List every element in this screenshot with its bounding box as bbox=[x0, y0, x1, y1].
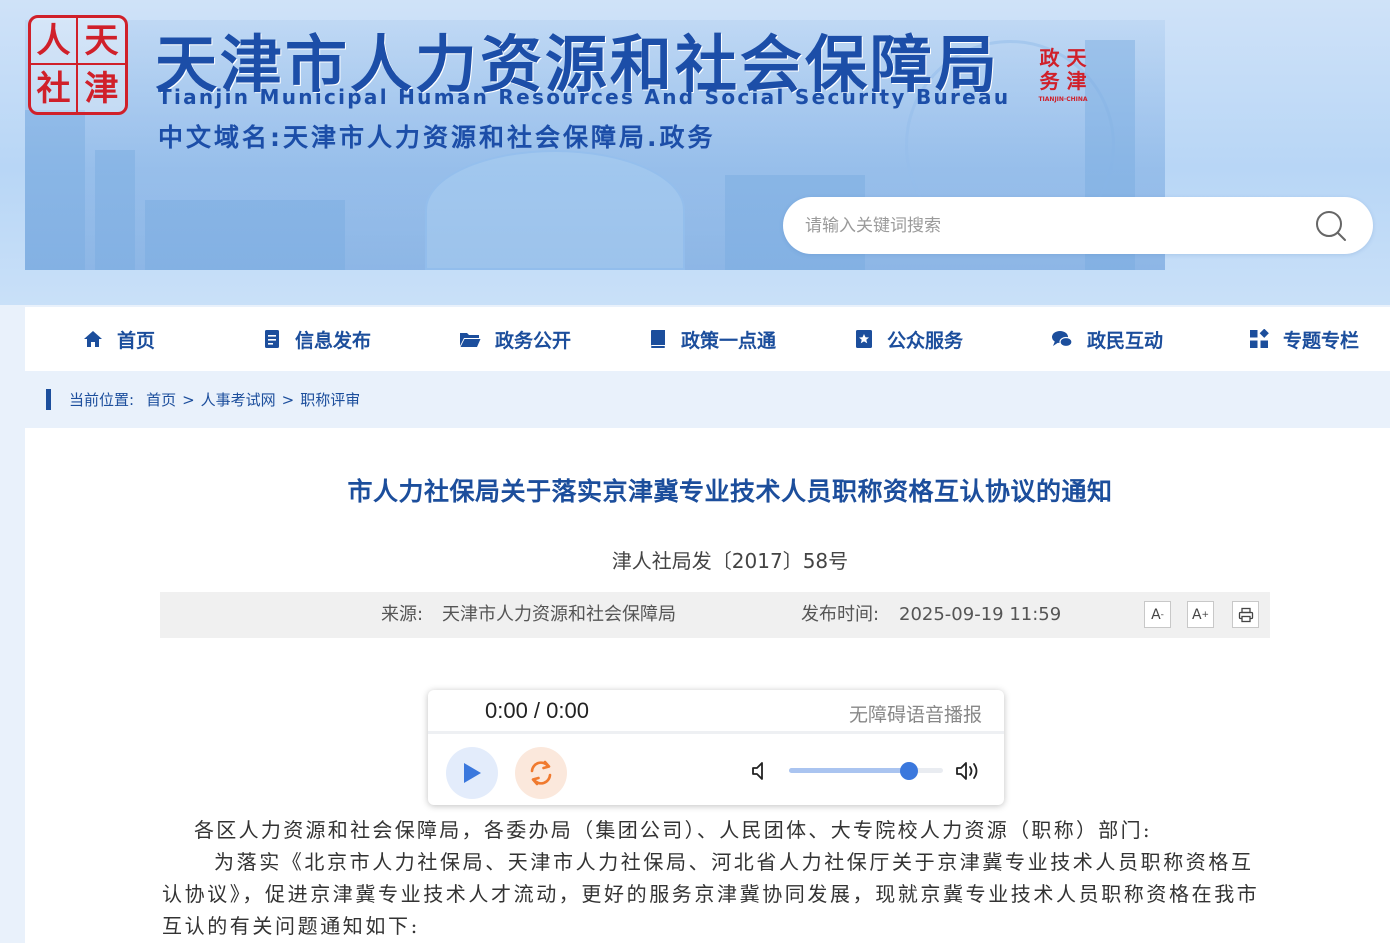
chat-icon bbox=[1052, 331, 1073, 348]
nav-item-interaction[interactable]: 政民互动 bbox=[1051, 307, 1163, 371]
nav-item-public-service[interactable]: 公众服务 bbox=[855, 307, 963, 371]
player-divider bbox=[428, 731, 1004, 734]
volume-slider[interactable] bbox=[789, 762, 943, 780]
breadcrumb-marker bbox=[46, 389, 51, 410]
audio-time: 0:00 / 0:00 bbox=[485, 698, 589, 723]
folder-icon bbox=[460, 333, 481, 347]
source-label: 来源: bbox=[381, 604, 424, 625]
nav-label: 政策一点通 bbox=[681, 329, 777, 352]
breadcrumb-separator: > bbox=[281, 390, 295, 409]
book-icon bbox=[651, 330, 665, 348]
tianjin-city-seal: 政天 务津 TIANJIN·CHINA bbox=[1038, 46, 1088, 103]
nav-label: 专题专栏 bbox=[1283, 329, 1360, 352]
audio-player: 0:00 / 0:00 无障碍语音播报 bbox=[428, 690, 1004, 805]
font-increase-button[interactable]: A + bbox=[1187, 601, 1214, 628]
audio-player-label: 无障碍语音播报 bbox=[848, 704, 982, 726]
nav-item-policy[interactable]: 政策一点通 bbox=[649, 307, 776, 371]
breadcrumb-link-title-review[interactable]: 职称评审 bbox=[300, 389, 360, 410]
article-title: 市人力社保局关于落实京津冀专业技术人员职称资格互认协议的通知 bbox=[347, 477, 1113, 506]
main-nav: 首页 信息发布 政务公开 政策一点通 公众服务 政民互动 专题专栏 bbox=[25, 307, 1390, 371]
print-button[interactable] bbox=[1232, 601, 1259, 628]
bureau-logo[interactable]: 人 天 社 津 bbox=[28, 15, 128, 115]
play-button[interactable] bbox=[446, 747, 498, 799]
breadcrumb: 当前位置: 首页 > 人事考试网 > 职称评审 bbox=[25, 371, 1390, 428]
loop-icon bbox=[530, 760, 552, 786]
nav-label: 政民互动 bbox=[1087, 329, 1164, 352]
breadcrumb-separator: > bbox=[182, 390, 195, 409]
publish-time-label: 发布时间: bbox=[801, 604, 880, 625]
article-paragraph: 为落实《北京市人力社保局、天津市人力社保局、河北省人力社保厅关于京津冀专业技术人… bbox=[162, 850, 1260, 938]
font-decrease-button[interactable]: A- bbox=[1144, 601, 1171, 628]
document-icon bbox=[265, 330, 279, 348]
printer-icon bbox=[1238, 607, 1253, 622]
search-icon[interactable] bbox=[1314, 209, 1348, 243]
volume-slider-fill bbox=[789, 768, 910, 773]
nav-item-government-affairs[interactable]: 政务公开 bbox=[459, 307, 571, 371]
nav-label: 信息发布 bbox=[295, 329, 372, 352]
article-paragraph: 各区人力资源和社会保障局，各委办局（集团公司）、人民团体、大专院校人力资源（职称… bbox=[194, 818, 1152, 842]
site-header: 人 天 社 津 天津市人力资源和社会保障局 Tianjin Municipal … bbox=[0, 0, 1390, 305]
loop-button[interactable] bbox=[515, 747, 567, 799]
chinese-domain-name: 中文域名:天津市人力资源和社会保障局.政务 bbox=[158, 123, 716, 152]
volume-high-icon[interactable] bbox=[954, 760, 984, 786]
search-box bbox=[783, 197, 1373, 254]
nav-item-home[interactable]: 首页 bbox=[83, 307, 155, 371]
logo-char: 社 bbox=[31, 65, 78, 112]
article-container: 市人力社保局关于落实京津冀专业技术人员职称资格互认协议的通知 津人社局发〔201… bbox=[25, 428, 1390, 943]
nav-label: 政务公开 bbox=[495, 329, 572, 352]
breadcrumb-link-home[interactable]: 首页 bbox=[146, 389, 176, 410]
site-title-english: Tianjin Municipal Human Resources And So… bbox=[158, 85, 1011, 109]
volume-slider-handle[interactable] bbox=[900, 762, 919, 780]
nav-label: 首页 bbox=[117, 329, 156, 352]
home-icon bbox=[84, 331, 102, 347]
bookmark-icon bbox=[856, 330, 872, 348]
nav-label: 公众服务 bbox=[887, 329, 964, 352]
article-body: 各区人力资源和社会保障局，各委办局（集团公司）、人民团体、大专院校人力资源（职称… bbox=[162, 814, 1262, 942]
play-icon bbox=[464, 763, 481, 783]
article-meta-bar: 来源: 天津市人力资源和社会保障局 发布时间: 2025-09-19 11:59… bbox=[160, 592, 1270, 638]
logo-char: 人 bbox=[31, 18, 78, 65]
nav-item-info-release[interactable]: 信息发布 bbox=[263, 307, 371, 371]
publish-time-value: 2025-09-19 11:59 bbox=[899, 604, 1062, 625]
logo-char: 津 bbox=[84, 68, 119, 109]
logo-char: 天 bbox=[78, 18, 125, 65]
document-number: 津人社局发〔2017〕58号 bbox=[611, 549, 849, 573]
breadcrumb-link-exam[interactable]: 人事考试网 bbox=[201, 389, 276, 410]
source-value: 天津市人力资源和社会保障局 bbox=[442, 604, 676, 625]
grid-icon bbox=[1250, 329, 1269, 348]
search-input[interactable] bbox=[805, 197, 1285, 254]
volume-low-icon[interactable] bbox=[750, 760, 770, 786]
breadcrumb-label: 当前位置: bbox=[69, 391, 135, 409]
nav-item-special-topics[interactable]: 专题专栏 bbox=[1249, 307, 1359, 371]
